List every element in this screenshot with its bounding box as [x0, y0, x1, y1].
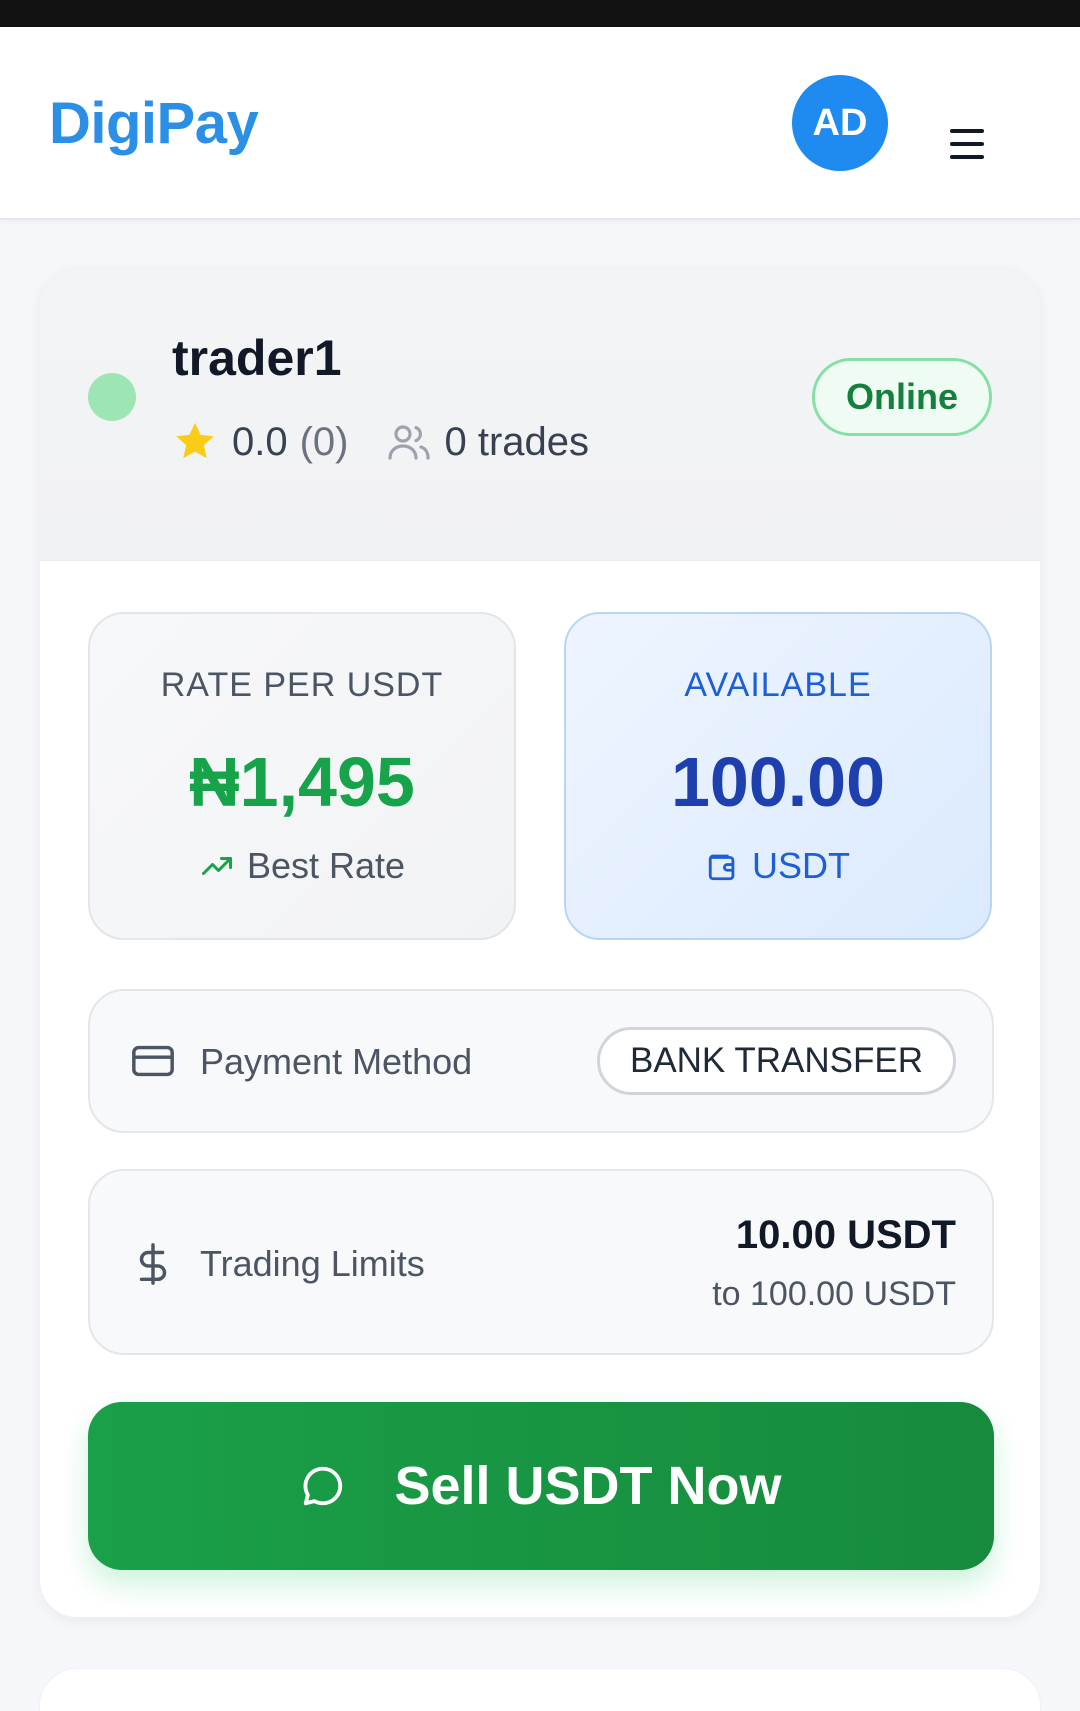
star-icon [176, 422, 214, 459]
best-rate-label: Best Rate [246, 845, 406, 886]
rating-count: (0) [299, 419, 349, 464]
best-rate-tag: Best Rate [90, 844, 514, 888]
trader-name[interactable]: trader1 [172, 329, 342, 387]
limit-min: 10.00 USDT [735, 1213, 956, 1257]
available-label: AVAILABLE [684, 666, 872, 704]
trading-limits-row: Trading Limits 10.00 USDT to 100.00 USDT [88, 1169, 994, 1355]
credit-card-icon [132, 1045, 174, 1077]
payment-method-label: Payment Method [200, 1041, 473, 1082]
available-unit-label: USDT [752, 845, 850, 886]
wallet-icon [708, 854, 735, 881]
rate-box: RATE PER USDT ₦1,495 Best Rate [88, 612, 516, 940]
users-icon [387, 425, 430, 460]
trade-count: 0 trades [444, 419, 590, 464]
rate-label: RATE PER USDT [160, 666, 444, 704]
brand-logo[interactable]: DigiPay [49, 90, 259, 157]
rate-value: ₦1,495 [189, 743, 415, 821]
app-header: DigiPay AD [0, 27, 1080, 220]
trader-meta: 0.0 (0) 0 trades [172, 417, 589, 467]
trending-up-icon [201, 857, 232, 875]
dollar-icon [139, 1243, 167, 1285]
online-indicator [88, 373, 136, 421]
next-offer-card [39, 1668, 1041, 1711]
chat-bubble-icon [304, 1466, 343, 1506]
available-unit: USDT [566, 844, 990, 888]
trader-offer-card: trader1 0.0 (0) 0 trades Online RATE PER… [39, 268, 1041, 1618]
hamburger-menu-icon[interactable] [948, 127, 998, 171]
rating-value: 0.0 [232, 419, 288, 464]
sell-button-label: Sell USDT Now [394, 1456, 782, 1516]
payment-method-row: Payment Method BANK TRANSFER [88, 989, 994, 1133]
sell-usdt-button[interactable]: Sell USDT Now [88, 1402, 994, 1570]
trading-limits-label: Trading Limits [200, 1243, 425, 1284]
trader-header: trader1 0.0 (0) 0 trades Online [40, 269, 1040, 561]
status-badge: Online [812, 358, 992, 436]
available-value: 100.00 [670, 743, 886, 821]
user-avatar[interactable]: AD [792, 75, 888, 171]
payment-method-badge: BANK TRANSFER [596, 1027, 956, 1095]
system-status-bar [0, 0, 1080, 27]
available-box: AVAILABLE 100.00 USDT [564, 612, 992, 940]
limit-max: to 100.00 USDT [712, 1275, 956, 1313]
